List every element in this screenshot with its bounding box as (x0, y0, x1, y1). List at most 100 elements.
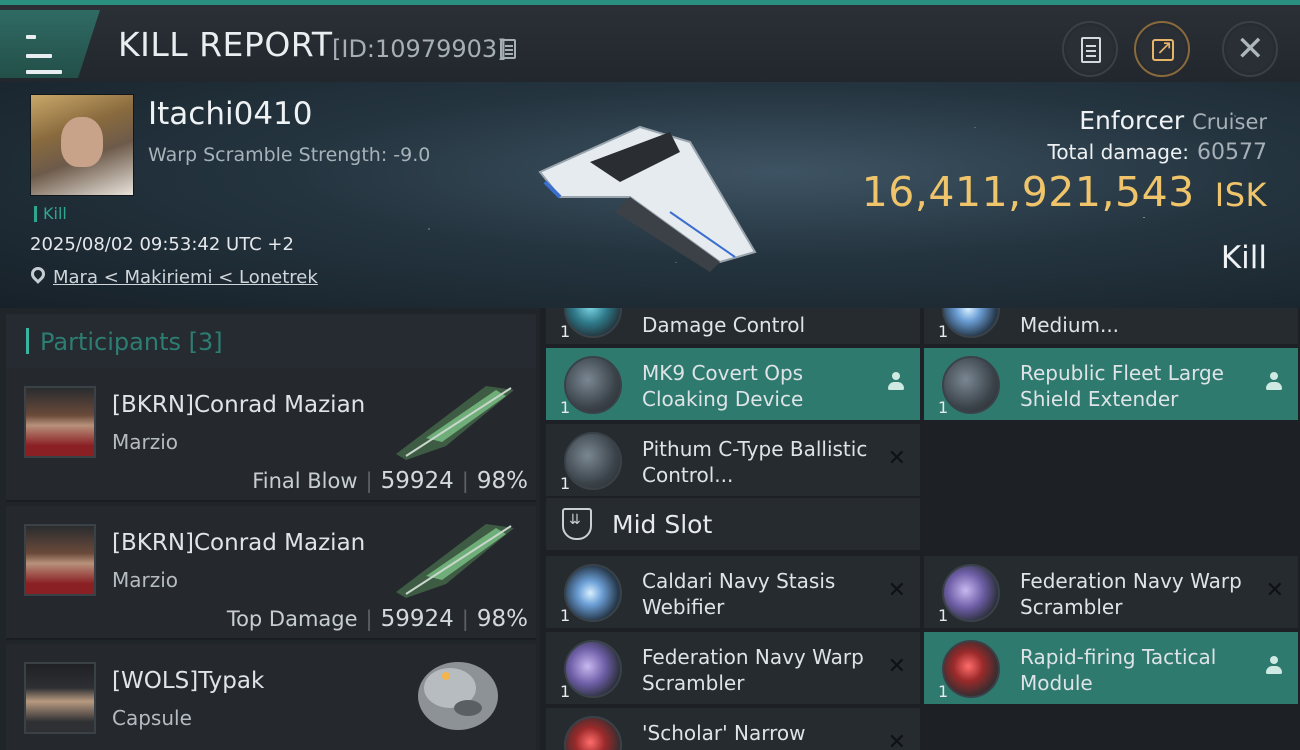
clipboard-button[interactable] (1062, 21, 1118, 77)
module-quantity: 1 (938, 682, 949, 701)
result-label: Kill (1220, 240, 1267, 276)
destroyed-icon: ✕ (887, 578, 906, 603)
participant-name: [BKRN]Conrad Mazian (112, 392, 366, 418)
module-slot[interactable]: 1 Federation Navy Warp Scrambler ✕ (546, 632, 920, 704)
module-name: Federation Navy Warp Scrambler (642, 645, 864, 695)
participant-card[interactable]: [BKRN]Conrad Mazian Marzio Final Blow | 59… (6, 368, 536, 502)
module-icon (942, 640, 1000, 698)
report-id: [ID:10979903] (332, 35, 507, 63)
participants-title: Participants [3] (40, 328, 223, 356)
share-button[interactable] (1134, 21, 1190, 77)
participant-role: Final Blow (252, 469, 358, 493)
victim-summary: Itachi0410 Warp Scramble Strength: -9.0 … (0, 82, 1300, 308)
total-damage-label: Total damage: (1047, 140, 1190, 164)
clipboard-icon (1081, 37, 1101, 63)
module-name: Pithum C-Type Ballistic Control... (642, 437, 868, 487)
isk-unit: ISK (1214, 176, 1267, 214)
participant-damage: 59924 (380, 606, 454, 632)
section-accent (26, 328, 29, 354)
victim-ship-image[interactable] (520, 102, 780, 272)
module-slot[interactable]: 1 'Scholar' Narrow ✕ (546, 708, 920, 750)
ship-name-text: Enforcer (1079, 106, 1185, 135)
module-icon (564, 640, 622, 698)
total-damage-value: 60577 (1197, 140, 1267, 165)
participant-ship: Marzio (112, 568, 179, 592)
module-quantity: 1 (560, 322, 571, 341)
participant-portrait[interactable] (24, 386, 96, 458)
module-slot[interactable]: 1 Federation Navy Warp Scrambler ✕ (924, 556, 1298, 628)
share-icon (1152, 35, 1174, 61)
module-slot[interactable]: 1 Caldari Navy Stasis Webifier ✕ (546, 556, 920, 628)
destroyed-icon: ✕ (887, 730, 906, 750)
person-icon (1266, 372, 1282, 392)
module-quantity: 1 (938, 322, 949, 341)
module-slot[interactable]: 1 Pithum C-Type Ballistic Control... ✕ (546, 424, 920, 496)
mid-slot-icon (562, 508, 592, 540)
fitting-panel: 1 Damage Control 1 Medium... 1 MK9 Cover… (540, 308, 1300, 750)
module-quantity: 1 (560, 398, 571, 417)
header-bar: KILL REPORT [ID:10979903] ✕ (0, 0, 1300, 82)
participant-percent: 98% (476, 606, 528, 632)
participant-stats: Top Damage | 59924 | 98% (226, 606, 528, 632)
module-name: Damage Control (642, 313, 806, 337)
warp-scramble-strength: Warp Scramble Strength: -9.0 (148, 144, 431, 166)
location-link[interactable]: Mara < Makiriemi < Lonetrek (53, 267, 318, 288)
participants-panel: Participants [3] [BKRN]Conrad Mazian Mar… (0, 308, 540, 750)
module-icon (564, 308, 622, 338)
module-quantity: 1 (938, 606, 949, 625)
module-slot[interactable]: 1 Damage Control (546, 308, 920, 344)
module-name: Federation Navy Warp Scrambler (1020, 569, 1242, 619)
destroyed-icon: ✕ (887, 446, 906, 471)
module-icon (942, 308, 1000, 338)
participant-ship-image (396, 524, 514, 598)
victim-portrait[interactable] (30, 94, 134, 196)
copy-id-icon[interactable] (500, 39, 516, 59)
isk-value: 16,411,921,543 ISK (862, 168, 1267, 216)
module-name: Republic Fleet Large Shield Extender (1020, 361, 1224, 411)
participant-ship: Capsule (112, 706, 192, 730)
participant-percent: 98% (476, 468, 528, 494)
destroyed-icon: ✕ (887, 654, 906, 679)
hamburger-icon (26, 32, 62, 74)
module-quantity: 1 (560, 474, 571, 493)
module-slot[interactable]: 1 MK9 Covert Ops Cloaking Device (546, 348, 920, 420)
person-icon (888, 372, 904, 392)
participant-portrait[interactable] (24, 662, 96, 734)
close-button[interactable]: ✕ (1222, 21, 1278, 77)
module-slot[interactable]: 1 Rapid-firing Tactical Module (924, 632, 1298, 704)
person-icon (1266, 656, 1282, 676)
module-icon (942, 356, 1000, 414)
destroyed-icon: ✕ (1265, 578, 1284, 603)
module-name: 'Scholar' Narrow (642, 721, 806, 745)
participant-role: Top Damage (226, 607, 358, 631)
kill-datetime: 2025/08/02 09:53:42 UTC +2 (30, 234, 294, 255)
module-icon (564, 432, 622, 490)
victim-name[interactable]: Itachi0410 (148, 96, 313, 132)
participant-card[interactable]: [BKRN]Conrad Mazian Marzio Top Damage | 59… (6, 506, 536, 640)
participant-portrait[interactable] (24, 524, 96, 596)
participant-ship-image (396, 386, 514, 460)
participant-stats: Final Blow | 59924 | 98% (252, 468, 528, 494)
page-title: KILL REPORT (118, 25, 333, 64)
module-quantity: 1 (560, 682, 571, 701)
capsule-image (418, 662, 498, 730)
victim-ship-name: Enforcer Cruiser (1079, 106, 1267, 135)
ship-class: Cruiser (1192, 110, 1267, 134)
module-name: Caldari Navy Stasis Webifier (642, 569, 836, 619)
module-name: Rapid-firing Tactical Module (1020, 645, 1217, 695)
participant-name: [WOLS]Typak (112, 668, 265, 694)
kill-tag: Kill (34, 206, 67, 222)
module-quantity: 1 (560, 606, 571, 625)
module-slot[interactable]: 1 Medium... (924, 308, 1298, 344)
menu-button[interactable] (0, 10, 100, 78)
module-icon (564, 564, 622, 622)
participant-card[interactable]: [WOLS]Typak Capsule (6, 644, 536, 750)
participant-ship: Marzio (112, 430, 179, 454)
module-slot[interactable]: 1 Republic Fleet Large Shield Extender (924, 348, 1298, 420)
module-quantity: 1 (938, 398, 949, 417)
mid-slot-title: Mid Slot (612, 510, 713, 539)
module-icon (564, 356, 622, 414)
isk-amount: 16,411,921,543 (861, 168, 1195, 216)
module-icon (564, 716, 622, 750)
mid-slot-header: Mid Slot (546, 498, 920, 550)
